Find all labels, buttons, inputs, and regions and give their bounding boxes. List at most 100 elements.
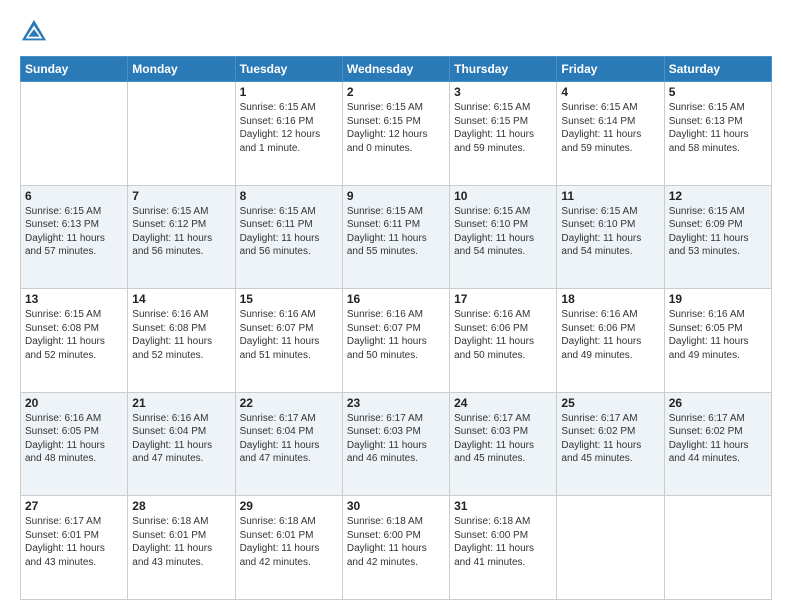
day-number: 19 (669, 292, 767, 306)
day-number: 23 (347, 396, 445, 410)
day-number: 2 (347, 85, 445, 99)
calendar-cell: 6 Sunrise: 6:15 AMSunset: 6:13 PMDaylight… (21, 185, 128, 289)
cell-info: Sunrise: 6:17 AMSunset: 6:02 PMDaylight:… (669, 412, 767, 466)
cell-info: Sunrise: 6:18 AMSunset: 6:01 PMDaylight:… (240, 515, 338, 569)
calendar-cell: 22Sunrise: 6:17 AMSunset: 6:04 PMDayligh… (235, 392, 342, 496)
weekday-header: Saturday (664, 57, 771, 82)
calendar-cell: 10 Sunrise: 6:15 AMSunset: 6:10 PMDayligh… (450, 185, 557, 289)
calendar-cell: 14 Sunrise: 6:16 AMSunset: 6:08 PMDayligh… (128, 289, 235, 393)
calendar-cell: 13Sunrise: 6:15 AMSunset: 6:08 PMDayligh… (21, 289, 128, 393)
calendar-week-row: 13Sunrise: 6:15 AMSunset: 6:08 PMDayligh… (21, 289, 772, 393)
cell-info: Sunrise: 6:15 AMSunset: 6:15 PMDaylight:… (454, 101, 552, 155)
calendar-cell: 30 Sunrise: 6:18 AMSunset: 6:00 PMDayligh… (342, 496, 449, 600)
weekday-header: Friday (557, 57, 664, 82)
day-number: 3 (454, 85, 552, 99)
cell-info: Sunrise: 6:17 AMSunset: 6:01 PMDaylight:… (25, 515, 123, 569)
calendar-cell: 7Sunrise: 6:15 AMSunset: 6:12 PMDaylight… (128, 185, 235, 289)
day-number: 9 (347, 189, 445, 203)
weekday-header: Wednesday (342, 57, 449, 82)
calendar-cell: 28Sunrise: 6:18 AMSunset: 6:01 PMDayligh… (128, 496, 235, 600)
cell-info: Sunrise: 6:16 AMSunset: 6:05 PMDaylight:… (25, 412, 123, 466)
calendar-cell: 12Sunrise: 6:15 AMSunset: 6:09 PMDayligh… (664, 185, 771, 289)
calendar-table: SundayMondayTuesdayWednesdayThursdayFrid… (20, 56, 772, 600)
day-number: 29 (240, 499, 338, 513)
calendar-cell (21, 82, 128, 186)
day-number: 6 (25, 189, 123, 203)
cell-info: Sunrise: 6:16 AMSunset: 6:07 PMDaylight:… (240, 308, 338, 362)
cell-info: Sunrise: 6:16 AMSunset: 6:06 PMDaylight:… (561, 308, 659, 362)
weekday-header: Thursday (450, 57, 557, 82)
calendar-cell: 18Sunrise: 6:16 AMSunset: 6:06 PMDayligh… (557, 289, 664, 393)
cell-info: Sunrise: 6:15 AMSunset: 6:13 PMDaylight:… (669, 101, 767, 155)
day-number: 20 (25, 396, 123, 410)
cell-info: Sunrise: 6:17 AMSunset: 6:03 PMDaylight:… (454, 412, 552, 466)
day-number: 15 (240, 292, 338, 306)
calendar-cell: 25 Sunrise: 6:17 AMSunset: 6:02 PMDayligh… (557, 392, 664, 496)
calendar-cell: 3 Sunrise: 6:15 AMSunset: 6:15 PMDaylight… (450, 82, 557, 186)
calendar-week-row: 6 Sunrise: 6:15 AMSunset: 6:13 PMDaylight… (21, 185, 772, 289)
day-number: 30 (347, 499, 445, 513)
calendar-cell: 27 Sunrise: 6:17 AMSunset: 6:01 PMDayligh… (21, 496, 128, 600)
weekday-header: Sunday (21, 57, 128, 82)
day-number: 26 (669, 396, 767, 410)
calendar-week-row: 1Sunrise: 6:15 AMSunset: 6:16 PMDaylight… (21, 82, 772, 186)
calendar-cell: 15 Sunrise: 6:16 AMSunset: 6:07 PMDayligh… (235, 289, 342, 393)
calendar-cell: 20 Sunrise: 6:16 AMSunset: 6:05 PMDayligh… (21, 392, 128, 496)
calendar-cell: 24 Sunrise: 6:17 AMSunset: 6:03 PMDayligh… (450, 392, 557, 496)
calendar-cell: 5 Sunrise: 6:15 AMSunset: 6:13 PMDaylight… (664, 82, 771, 186)
cell-info: Sunrise: 6:18 AMSunset: 6:01 PMDaylight:… (132, 515, 230, 569)
cell-info: Sunrise: 6:17 AMSunset: 6:02 PMDaylight:… (561, 412, 659, 466)
cell-info: Sunrise: 6:16 AMSunset: 6:05 PMDaylight:… (669, 308, 767, 362)
calendar-cell: 11 Sunrise: 6:15 AMSunset: 6:10 PMDayligh… (557, 185, 664, 289)
cell-info: Sunrise: 6:16 AMSunset: 6:06 PMDaylight:… (454, 308, 552, 362)
cell-info: Sunrise: 6:15 AMSunset: 6:10 PMDaylight:… (454, 205, 552, 259)
calendar-cell (664, 496, 771, 600)
cell-info: Sunrise: 6:15 AMSunset: 6:09 PMDaylight:… (669, 205, 767, 259)
day-number: 11 (561, 189, 659, 203)
calendar-cell (557, 496, 664, 600)
logo (20, 18, 52, 46)
logo-icon (20, 18, 48, 46)
page: SundayMondayTuesdayWednesdayThursdayFrid… (0, 0, 792, 612)
day-number: 14 (132, 292, 230, 306)
day-number: 31 (454, 499, 552, 513)
header-row: SundayMondayTuesdayWednesdayThursdayFrid… (21, 57, 772, 82)
calendar-cell: 2 Sunrise: 6:15 AMSunset: 6:15 PMDaylight… (342, 82, 449, 186)
cell-info: Sunrise: 6:18 AMSunset: 6:00 PMDaylight:… (454, 515, 552, 569)
calendar-cell: 23 Sunrise: 6:17 AMSunset: 6:03 PMDayligh… (342, 392, 449, 496)
day-number: 8 (240, 189, 338, 203)
day-number: 5 (669, 85, 767, 99)
cell-info: Sunrise: 6:15 AMSunset: 6:11 PMDaylight:… (347, 205, 445, 259)
cell-info: Sunrise: 6:15 AMSunset: 6:12 PMDaylight:… (132, 205, 230, 259)
calendar-week-row: 20 Sunrise: 6:16 AMSunset: 6:05 PMDayligh… (21, 392, 772, 496)
cell-info: Sunrise: 6:15 AMSunset: 6:10 PMDaylight:… (561, 205, 659, 259)
cell-info: Sunrise: 6:15 AMSunset: 6:11 PMDaylight:… (240, 205, 338, 259)
day-number: 1 (240, 85, 338, 99)
calendar-cell: 26 Sunrise: 6:17 AMSunset: 6:02 PMDayligh… (664, 392, 771, 496)
calendar-cell: 31 Sunrise: 6:18 AMSunset: 6:00 PMDayligh… (450, 496, 557, 600)
calendar-cell: 19 Sunrise: 6:16 AMSunset: 6:05 PMDayligh… (664, 289, 771, 393)
day-number: 22 (240, 396, 338, 410)
cell-info: Sunrise: 6:15 AMSunset: 6:15 PMDaylight:… (347, 101, 445, 155)
calendar-cell: 16Sunrise: 6:16 AMSunset: 6:07 PMDayligh… (342, 289, 449, 393)
day-number: 24 (454, 396, 552, 410)
day-number: 25 (561, 396, 659, 410)
header (20, 18, 772, 46)
weekday-header: Tuesday (235, 57, 342, 82)
day-number: 27 (25, 499, 123, 513)
day-number: 21 (132, 396, 230, 410)
day-number: 17 (454, 292, 552, 306)
calendar-cell: 29 Sunrise: 6:18 AMSunset: 6:01 PMDayligh… (235, 496, 342, 600)
cell-info: Sunrise: 6:18 AMSunset: 6:00 PMDaylight:… (347, 515, 445, 569)
cell-info: Sunrise: 6:16 AMSunset: 6:04 PMDaylight:… (132, 412, 230, 466)
cell-info: Sunrise: 6:15 AMSunset: 6:14 PMDaylight:… (561, 101, 659, 155)
calendar-cell: 8 Sunrise: 6:15 AMSunset: 6:11 PMDaylight… (235, 185, 342, 289)
day-number: 16 (347, 292, 445, 306)
cell-info: Sunrise: 6:16 AMSunset: 6:08 PMDaylight:… (132, 308, 230, 362)
calendar-cell: 21 Sunrise: 6:16 AMSunset: 6:04 PMDayligh… (128, 392, 235, 496)
day-number: 10 (454, 189, 552, 203)
cell-info: Sunrise: 6:15 AMSunset: 6:13 PMDaylight:… (25, 205, 123, 259)
day-number: 13 (25, 292, 123, 306)
cell-info: Sunrise: 6:17 AMSunset: 6:03 PMDaylight:… (347, 412, 445, 466)
calendar-cell: 9 Sunrise: 6:15 AMSunset: 6:11 PMDaylight… (342, 185, 449, 289)
